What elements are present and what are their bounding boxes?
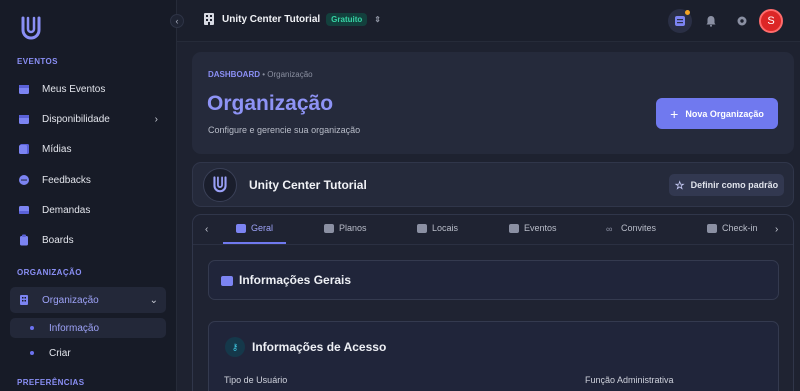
- qr-code-icon: [707, 223, 717, 233]
- notifications-button[interactable]: [699, 9, 723, 33]
- document-icon: [324, 223, 334, 233]
- button-label: Definir como padrão: [690, 180, 779, 190]
- sidebar-item-label: Demandas: [42, 204, 91, 216]
- id-card-icon: [236, 223, 246, 233]
- section-title-eventos: EVENTOS: [17, 57, 58, 66]
- building-icon: [204, 13, 214, 25]
- media-icon: [18, 143, 30, 155]
- tab-geral[interactable]: Geral: [236, 223, 273, 233]
- sidebar-item-boards[interactable]: Boards: [10, 227, 166, 253]
- access-info-section: ⚷ Informações de Acesso Tipo de Usuário …: [208, 321, 779, 391]
- organization-details-panel: ‹ Geral Planos Locais Eventos ∞ Convites…: [192, 214, 794, 391]
- sidebar-item-label: Organização: [42, 294, 99, 306]
- sidebar-item-meus-eventos[interactable]: Meus Eventos: [10, 76, 166, 102]
- topbar: Unity Center Tutorial Gratuito ⇕ S: [177, 0, 800, 42]
- tab-checkin[interactable]: Check-in: [707, 223, 758, 233]
- sidebar-item-label: Boards: [42, 234, 74, 246]
- chevron-left-icon: ‹: [175, 16, 179, 26]
- chat-bubble-icon: [18, 174, 30, 186]
- sidebar-item-feedbacks[interactable]: Feedbacks: [10, 167, 166, 193]
- user-type-label: Tipo de Usuário: [224, 375, 288, 385]
- set-default-button[interactable]: ☆ Definir como padrão: [669, 174, 784, 196]
- gear-icon: [737, 16, 747, 26]
- tab-label: Geral: [251, 223, 274, 233]
- breadcrumb: DASHBOARD • Organização: [208, 70, 313, 79]
- bullet-dot: [30, 326, 34, 330]
- admin-role-label: Função Administrativa: [585, 375, 674, 385]
- link-icon: ∞: [606, 223, 613, 234]
- id-card-icon: [221, 276, 233, 286]
- tab-eventos[interactable]: Eventos: [509, 223, 557, 233]
- sidebar-item-label: Informação: [49, 322, 100, 334]
- tab-planos[interactable]: Planos: [324, 223, 367, 233]
- breadcrumb-current: Organização: [267, 70, 313, 79]
- tab-label: Check-in: [722, 223, 758, 233]
- sidebar-item-disponibilidade[interactable]: Disponibilidade ›: [10, 106, 166, 132]
- section-title-organizacao: ORGANIZAÇÃO: [17, 268, 82, 277]
- organization-switcher[interactable]: Unity Center Tutorial Gratuito ⇕: [203, 12, 381, 26]
- general-info-section[interactable]: Informações Gerais: [208, 260, 779, 300]
- sidebar-item-organizacao[interactable]: Organização ⌄: [10, 287, 166, 313]
- sidebar-subitem-criar[interactable]: Criar: [10, 343, 166, 363]
- building-icon: [18, 294, 30, 306]
- bullet-dot: [30, 351, 34, 355]
- tabs-scroll-left-button[interactable]: ‹: [205, 224, 208, 235]
- plus-icon: +: [670, 105, 679, 122]
- tab-label: Locais: [432, 223, 459, 233]
- sidebar-item-label: Mídias: [42, 143, 72, 155]
- sidebar: EVENTOS Meus Eventos Disponibilidade › M…: [0, 0, 177, 391]
- sidebar-item-label: Meus Eventos: [42, 83, 106, 95]
- breadcrumb-root[interactable]: DASHBOARD: [208, 70, 260, 79]
- grid-icon: [675, 16, 685, 26]
- calendar-icon: [18, 83, 30, 95]
- tabs-scroll-right-button[interactable]: ›: [775, 224, 778, 235]
- chevron-down-icon: ⌄: [149, 294, 158, 306]
- app-switch-button[interactable]: [668, 9, 692, 33]
- building-icon: [417, 223, 427, 233]
- chevron-updown-icon: ⇕: [374, 14, 381, 24]
- organization-name: Unity Center Tutorial: [249, 178, 367, 192]
- calendar-icon: [509, 223, 519, 233]
- sidebar-item-label: Criar: [49, 347, 71, 359]
- tab-locais[interactable]: Locais: [417, 223, 458, 233]
- chevron-right-icon: ›: [154, 113, 158, 125]
- user-avatar[interactable]: S: [759, 9, 783, 33]
- key-icon: ⚷: [225, 337, 245, 357]
- sidebar-collapse-button[interactable]: ‹: [170, 14, 184, 28]
- notification-dot: [685, 10, 690, 15]
- bell-icon: [706, 16, 716, 27]
- page-subtitle: Configure e gerencie sua organização: [208, 125, 361, 135]
- sidebar-item-label: Feedbacks: [42, 174, 91, 186]
- app-logo[interactable]: [20, 16, 42, 42]
- plan-badge: Gratuito: [326, 12, 368, 26]
- sidebar-item-demandas[interactable]: Demandas: [10, 197, 166, 223]
- tab-label: Eventos: [524, 223, 557, 233]
- star-icon: ☆: [674, 179, 685, 192]
- divider: [193, 244, 793, 245]
- section-title: Informações Gerais: [239, 273, 352, 287]
- tab-label: Convites: [621, 223, 657, 233]
- organization-card: Unity Center Tutorial ☆ Definir como pad…: [192, 162, 794, 207]
- organization-logo: [203, 168, 237, 202]
- inbox-icon: [18, 204, 30, 216]
- settings-button[interactable]: [730, 9, 754, 33]
- button-label: Nova Organização: [685, 108, 764, 119]
- section-title-preferencias: PREFERÊNCIAS: [17, 378, 85, 387]
- clipboard-icon: [18, 234, 30, 246]
- tab-convites[interactable]: ∞ Convites: [606, 223, 657, 234]
- section-title: Informações de Acesso: [252, 340, 387, 354]
- organization-name: Unity Center Tutorial: [222, 13, 321, 25]
- sidebar-subitem-informacao[interactable]: Informação: [10, 318, 166, 338]
- tab-label: Planos: [339, 223, 367, 233]
- page-title: Organização: [207, 92, 334, 115]
- sidebar-item-midias[interactable]: Mídias: [10, 136, 166, 162]
- sidebar-item-label: Disponibilidade: [42, 113, 110, 125]
- page-header: DASHBOARD • Organização Organização Conf…: [192, 52, 794, 154]
- calendar-check-icon: [18, 113, 30, 125]
- new-organization-button[interactable]: + Nova Organização: [656, 98, 778, 129]
